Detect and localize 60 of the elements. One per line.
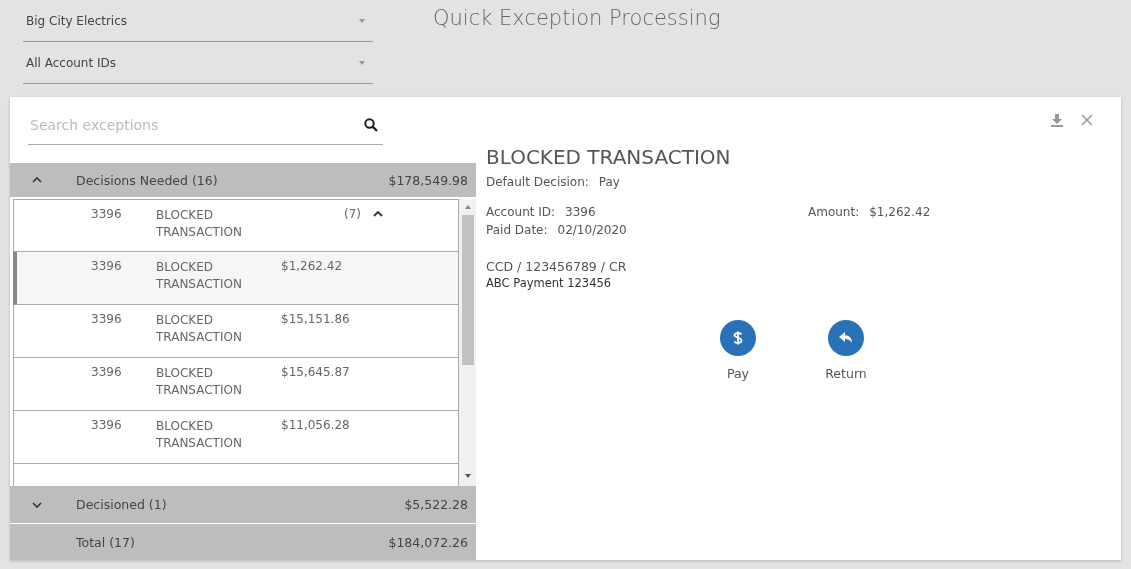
scroll-down-icon[interactable] — [464, 474, 471, 478]
exception-row[interactable]: 3396 BLOCKED TRANSACTION $15,645.87 — [13, 358, 459, 411]
field-value: 3396 — [565, 205, 596, 219]
exception-type: BLOCKED TRANSACTION — [156, 418, 243, 452]
total-label: Total (17) — [76, 534, 136, 550]
row-amount: $15,151.86 — [281, 312, 351, 326]
filter-dropdown[interactable]: Big City Electrics — [23, 0, 373, 42]
exception-row[interactable]: 3396 BLOCKED TRANSACTION $15,151.86 — [13, 305, 459, 358]
caret-icon — [359, 60, 365, 65]
field-value: Pay — [598, 175, 620, 189]
filter-dropdown[interactable]: All Account IDs — [23, 42, 373, 84]
group-header[interactable]: Decisioned (1) $5,522.28 — [10, 486, 476, 523]
group-header[interactable]: Decisions Needed (16) $178,549.98 — [10, 163, 476, 197]
account-id: 3396 — [91, 259, 123, 273]
exception-row[interactable]: 3396 BLOCKED TRANSACTION $11,056.28 — [13, 411, 459, 464]
row-amount: $15,645.87 — [281, 365, 351, 379]
caret-icon — [359, 18, 365, 23]
detail-title: BLOCKED TRANSACTION — [486, 145, 732, 169]
download-icon[interactable] — [1051, 114, 1063, 127]
dollar-icon — [733, 331, 743, 345]
search-icon[interactable] — [364, 117, 378, 132]
search-field[interactable]: Search exceptions — [28, 115, 332, 134]
exception-row[interactable]: 3396 BLOCKED TRANSACTION (7) — [13, 199, 459, 252]
account-id: 3396 — [91, 312, 123, 326]
exception-type: BLOCKED TRANSACTION — [156, 259, 243, 293]
caret-icon — [32, 177, 42, 183]
scrollbar[interactable] — [459, 199, 476, 486]
field-label: Account ID: — [486, 205, 556, 219]
caret-icon — [32, 501, 42, 508]
page-title: Quick Exception Processing — [433, 6, 721, 30]
group-total: $5,522.28 — [404, 497, 468, 512]
description-text: ABC Payment 123456 — [486, 276, 613, 290]
return-button[interactable] — [828, 320, 864, 356]
reference-text: CCD / 123456789 / CR — [486, 259, 628, 274]
close-icon[interactable] — [1081, 114, 1093, 126]
action-label: Return — [825, 366, 867, 381]
account-id: 3396 — [91, 418, 123, 432]
exception-row[interactable]: 3396 BLOCKED TRANSACTION $1,262.42 — [13, 252, 459, 305]
exception-type: BLOCKED TRANSACTION — [156, 365, 243, 399]
field-label: Amount: — [808, 205, 860, 219]
account-id: 3396 — [91, 365, 123, 379]
group-label: Decisions Needed (16) — [76, 172, 219, 188]
group-total: $178,549.98 — [388, 172, 468, 188]
field-value: 02/10/2020 — [557, 223, 627, 237]
account-id: 3396 — [91, 207, 123, 221]
pay-button[interactable] — [720, 320, 756, 356]
exception-type: BLOCKED TRANSACTION — [156, 207, 243, 241]
reply-arrow-icon — [839, 332, 853, 344]
row-amount: $1,262.42 — [281, 259, 344, 273]
field-label: Default Decision: — [486, 175, 589, 189]
group-label: Decisioned (1) — [76, 497, 168, 512]
scroll-up-icon[interactable] — [464, 205, 471, 209]
row-count: (7) — [343, 207, 361, 221]
total-amount: $184,072.26 — [388, 534, 468, 550]
row-amount: $11,056.28 — [281, 418, 351, 432]
field-value: $1,262.42 — [869, 205, 931, 219]
action-label: Pay — [726, 366, 749, 381]
field-label: Paid Date: — [486, 223, 548, 237]
exception-type: BLOCKED TRANSACTION — [156, 312, 243, 346]
caret-icon[interactable] — [373, 211, 383, 217]
